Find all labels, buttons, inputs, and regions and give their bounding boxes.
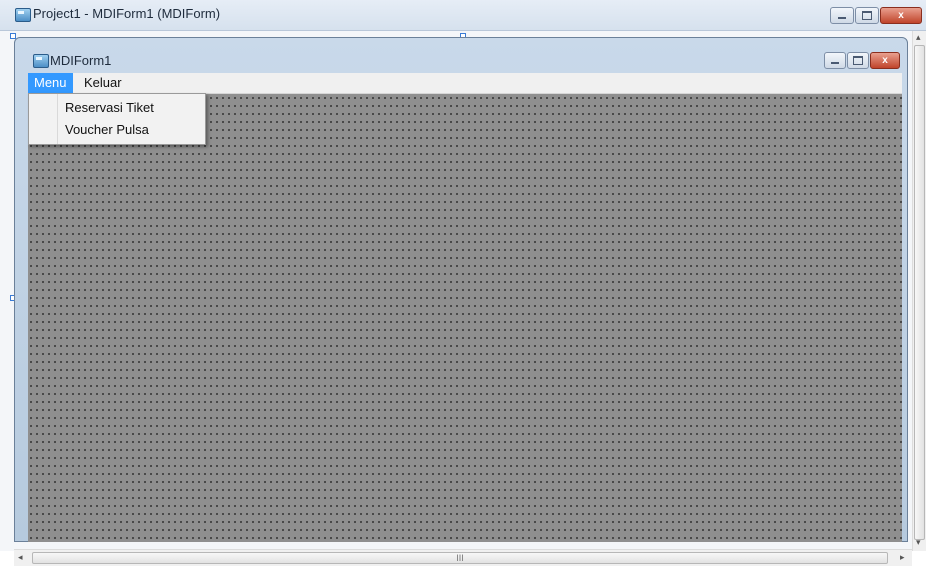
- outer-window-title: Project1 - MDIForm1 (MDIForm): [33, 6, 221, 21]
- mdi-client-area: [28, 94, 902, 542]
- scroll-left-icon[interactable]: ◂: [18, 552, 23, 563]
- vertical-scrollbar[interactable]: ▴ ▾: [912, 31, 926, 551]
- minimize-icon: [838, 17, 846, 19]
- mdi-maximize-button[interactable]: [847, 52, 869, 69]
- close-icon: x: [882, 55, 888, 66]
- outer-title-bar: Project1 - MDIForm1 (MDIForm) x: [0, 0, 926, 31]
- maximize-icon: [862, 11, 872, 20]
- vb-form-icon: [33, 54, 49, 68]
- menu-item-menu[interactable]: Menu: [28, 73, 73, 93]
- menu-item-keluar[interactable]: Keluar: [78, 73, 128, 93]
- scroll-down-icon[interactable]: ▾: [916, 537, 921, 548]
- menu-item-voucher-pulsa[interactable]: Voucher Pulsa: [65, 119, 149, 141]
- outer-caption-buttons: x: [829, 7, 922, 24]
- mdi-form-title: MDIForm1: [50, 53, 112, 68]
- vertical-scroll-thumb[interactable]: [914, 45, 925, 540]
- mdi-close-button[interactable]: x: [870, 52, 900, 69]
- outer-minimize-button[interactable]: [830, 7, 854, 24]
- outer-close-button[interactable]: x: [880, 7, 922, 24]
- maximize-icon: [853, 56, 863, 65]
- scroll-right-icon[interactable]: ▸: [900, 552, 905, 563]
- close-icon: x: [898, 10, 904, 21]
- mdi-minimize-button[interactable]: [824, 52, 846, 69]
- outer-maximize-button[interactable]: [855, 7, 879, 24]
- dropdown-icon-gutter: [57, 94, 58, 144]
- menu-bar: Menu Keluar: [28, 73, 902, 94]
- scroll-up-icon[interactable]: ▴: [916, 32, 921, 43]
- horizontal-scroll-thumb[interactable]: III: [32, 552, 888, 564]
- minimize-icon: [831, 62, 839, 64]
- scroll-grip-icon: III: [456, 553, 464, 563]
- vb-form-icon: [15, 8, 31, 22]
- mdi-caption-buttons: x: [823, 52, 900, 69]
- menu-dropdown: Reservasi Tiket Voucher Pulsa: [28, 93, 206, 145]
- horizontal-scrollbar[interactable]: ◂ III ▸: [14, 549, 912, 566]
- menu-item-reservasi-tiket[interactable]: Reservasi Tiket: [65, 97, 154, 119]
